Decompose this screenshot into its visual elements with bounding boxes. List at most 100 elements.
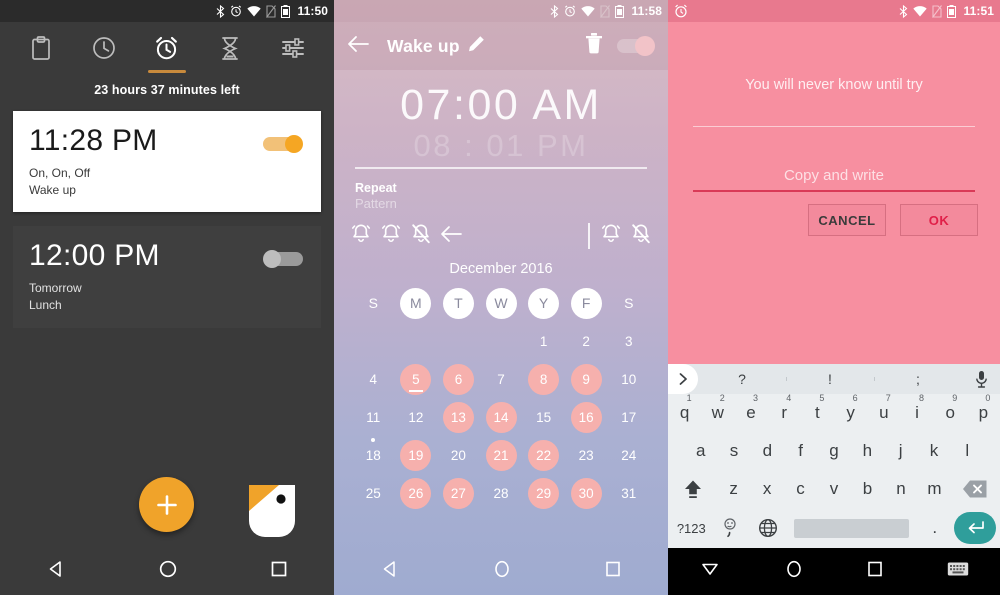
key-r[interactable]: 4r [768,393,801,423]
key-u[interactable]: 7u [867,393,900,423]
key-g[interactable]: g [817,441,850,461]
calendar-day-27[interactable]: 27 [437,474,480,512]
calendar-day-22[interactable]: 22 [522,436,565,474]
key-s[interactable]: s [717,441,750,461]
recents-icon[interactable] [604,560,622,583]
calendar-day-4[interactable]: 4 [352,360,395,398]
key-b[interactable]: b [851,479,884,499]
suggestion-1[interactable]: ? [698,371,786,387]
calendar-day-10[interactable]: 10 [607,360,650,398]
key-i[interactable]: 8i [900,393,933,423]
calendar-day-15[interactable]: 15 [522,398,565,436]
bell-on-icon[interactable] [350,223,372,250]
calendar-weekday-s-0[interactable]: S [352,284,395,322]
ok-button[interactable]: OK [900,204,978,236]
calendar-day-24[interactable]: 24 [607,436,650,474]
key-p[interactable]: 0p [967,393,1000,423]
key-y[interactable]: 6y [834,393,867,423]
calendar-weekday-w-3[interactable]: W [480,284,523,322]
globe-icon[interactable] [749,518,788,538]
bell-on-icon[interactable] [600,223,622,250]
cancel-button[interactable]: CANCEL [808,204,886,236]
home-icon[interactable] [492,559,512,584]
app-logo-icon[interactable] [249,485,295,537]
calendar-day-11[interactable]: 11 [352,398,395,436]
shift-icon[interactable] [670,478,717,500]
tab-clipboard[interactable] [19,26,63,70]
calendar-day-12[interactable]: 12 [395,398,438,436]
bell-off-icon[interactable] [410,223,432,250]
key-o[interactable]: 9o [934,393,967,423]
calendar-weekday-y-4[interactable]: Y [522,284,565,322]
key-k[interactable]: k [917,441,950,461]
microphone-icon[interactable] [962,370,1000,388]
bell-on-icon[interactable] [380,223,402,250]
key-d[interactable]: d [751,441,784,461]
alarm-card-2[interactable]: 12:00 PM Tomorrow Lunch [13,226,321,328]
calendar-day-5[interactable]: 5 [395,360,438,398]
home-icon[interactable] [158,559,178,584]
calendar-day-13[interactable]: 13 [437,398,480,436]
calendar-day-26[interactable]: 26 [395,474,438,512]
minute-value[interactable]: 00 [467,81,520,129]
back-icon[interactable] [380,559,400,584]
calendar-day-3[interactable]: 3 [607,322,650,360]
backspace-icon[interactable] [951,479,998,499]
key-x[interactable]: x [750,479,783,499]
hour-value[interactable]: 07 [400,81,453,129]
key-w[interactable]: 2w [701,393,734,423]
add-alarm-fab[interactable] [139,477,194,532]
home-icon[interactable] [784,559,804,584]
tab-settings[interactable] [271,26,315,70]
calendar-day-1[interactable]: 1 [522,322,565,360]
alarm-enable-toggle[interactable] [617,36,655,56]
key-z[interactable]: z [717,479,750,499]
calendar-weekday-f-5[interactable]: F [565,284,608,322]
meridiem-value[interactable]: AM [532,81,602,129]
calendar-day-8[interactable]: 8 [522,360,565,398]
emoji-comma-key[interactable] [711,517,750,539]
key-n[interactable]: n [884,479,917,499]
calendar-weekday-m-1[interactable]: M [395,284,438,322]
key-a[interactable]: a [684,441,717,461]
calendar-weekday-t-2[interactable]: T [437,284,480,322]
alarm-card-1[interactable]: 11:28 PM On, On, Off Wake up [13,111,321,213]
calendar-day-9[interactable]: 9 [565,360,608,398]
enter-icon[interactable] [954,512,997,544]
calendar-day-31[interactable]: 31 [607,474,650,512]
suggestion-3[interactable]: ; [874,371,962,387]
calendar-day-19[interactable]: 19 [395,436,438,474]
calendar-day-16[interactable]: 16 [565,398,608,436]
key-q[interactable]: 1q [668,393,701,423]
alarm-toggle-2[interactable] [263,250,303,269]
key-t[interactable]: 5t [801,393,834,423]
calendar-day-18[interactable]: 18 [352,436,395,474]
calendar-day-17[interactable]: 17 [607,398,650,436]
period-key[interactable]: . [915,518,954,538]
calendar-day-25[interactable]: 25 [352,474,395,512]
bell-off-icon[interactable] [630,223,652,250]
calendar-day-23[interactable]: 23 [565,436,608,474]
keyboard-switch-icon[interactable] [947,561,969,582]
key-l[interactable]: l [951,441,984,461]
calendar-day-2[interactable]: 2 [565,322,608,360]
calendar-day-7[interactable]: 7 [480,360,523,398]
trash-icon[interactable] [585,33,603,59]
back-arrow-icon[interactable] [347,35,369,58]
suggestion-2[interactable]: ! [786,371,874,387]
key-f[interactable]: f [784,441,817,461]
alarm-time-display[interactable]: 07:00 AM [334,84,668,127]
space-key[interactable] [793,518,910,538]
tab-timer[interactable] [208,26,252,70]
hide-keyboard-icon[interactable] [699,559,721,584]
calendar-day-29[interactable]: 29 [522,474,565,512]
tab-alarm[interactable] [145,26,189,73]
recents-icon[interactable] [866,560,884,583]
key-j[interactable]: j [884,441,917,461]
calendar-day-6[interactable]: 6 [437,360,480,398]
key-m[interactable]: m [918,479,951,499]
recents-icon[interactable] [270,560,288,583]
alarm-toggle-1[interactable] [263,135,303,153]
back-icon[interactable] [46,559,66,584]
chevron-right-icon[interactable] [668,364,698,394]
